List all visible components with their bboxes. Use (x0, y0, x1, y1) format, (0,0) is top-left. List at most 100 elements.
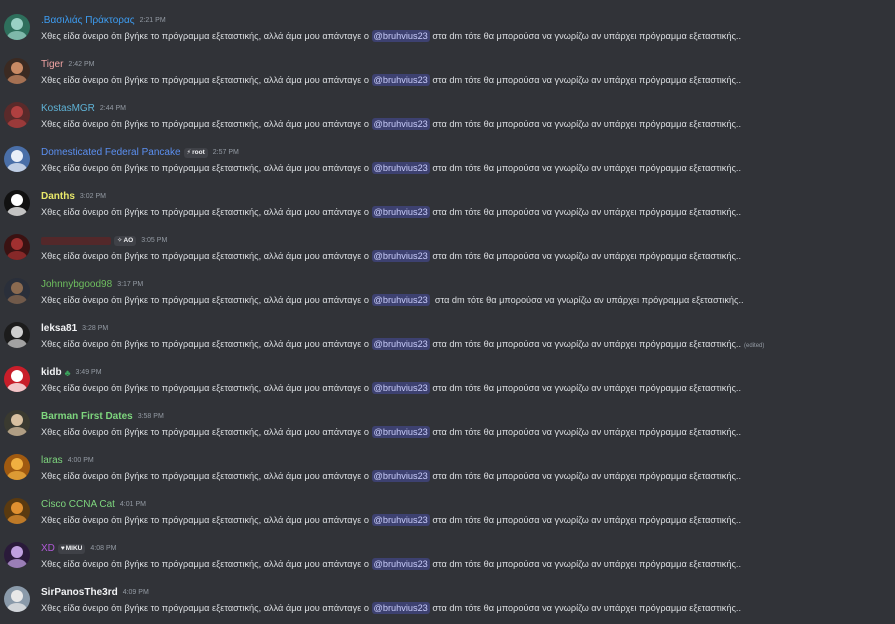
timestamp[interactable]: 4:09 PM (123, 586, 149, 600)
avatar[interactable] (4, 498, 30, 524)
user-mention[interactable]: @bruhvius23 (371, 206, 430, 218)
avatar[interactable] (4, 542, 30, 568)
username[interactable]: kidb (41, 366, 62, 380)
message-row[interactable]: Danths 3:02 PM Χθες είδα όνειρο ότι βγήκε … (0, 190, 895, 234)
tag-icon: ⚡ (186, 149, 192, 156)
avatar[interactable] (4, 454, 30, 480)
message-row[interactable]: laras 4:00 PM Χθες είδα όνειρο ότι βγήκε τ… (0, 454, 895, 498)
message-text: Χθες είδα όνειρο ότι βγήκε το πρόγραμμα … (41, 207, 372, 217)
user-mention[interactable]: @bruhvius23 (371, 74, 430, 86)
tag-icon: ✧ (117, 237, 123, 244)
message-row[interactable]: leksa81 3:28 PM Χθες είδα όνειρο ότι βγήκε… (0, 322, 895, 366)
anime-avatar-icon (4, 542, 30, 568)
message-row[interactable]: ✧ AO 3:05 PM Χθες είδα όνειρο ότι βγήκε το … (0, 234, 895, 278)
avatar[interactable] (4, 190, 30, 216)
username[interactable]: Barman First Dates (41, 410, 133, 424)
timestamp[interactable]: 4:01 PM (120, 498, 146, 512)
message-text: στα dm τότε θα μπορούσα να γνωρίζω αν υπ… (429, 251, 742, 261)
message-text: Χθες είδα όνειρο ότι βγήκε το πρόγραμμα … (41, 31, 372, 41)
message-row[interactable]: .Βασιλιάς Πράκτορας 2:21 PM Χθες είδα όνει… (0, 14, 895, 58)
avatar[interactable] (4, 322, 30, 348)
user-mention[interactable]: @bruhvius23 (371, 30, 430, 42)
user-mention[interactable]: @bruhvius23 (371, 294, 430, 306)
timestamp[interactable]: 2:44 PM (100, 102, 126, 116)
timestamp[interactable]: 2:21 PM (140, 14, 166, 28)
avatar[interactable] (4, 58, 30, 84)
username[interactable]: Johnnybgood98 (41, 278, 112, 292)
user-mention[interactable]: @bruhvius23 (371, 426, 430, 438)
message-text: στα dm τότε θα μπορούσα να γνωρίζω αν υπ… (429, 339, 742, 349)
username[interactable]: leksa81 (41, 322, 77, 336)
timestamp[interactable]: 3:17 PM (117, 278, 143, 292)
user-mention[interactable]: @bruhvius23 (371, 118, 430, 130)
user-mention[interactable]: @bruhvius23 (371, 470, 430, 482)
username[interactable]: Cisco CCNA Cat (41, 498, 115, 512)
avatar[interactable] (4, 278, 30, 304)
user-mention[interactable]: @bruhvius23 (371, 382, 430, 394)
message-content: Χθες είδα όνειρο ότι βγήκε το πρόγραμμα … (41, 293, 744, 307)
avatar[interactable] (4, 366, 30, 392)
user-mention[interactable]: @bruhvius23 (371, 250, 430, 262)
user-mention[interactable]: @bruhvius23 (371, 338, 430, 350)
message-content: Χθες είδα όνειρο ότι βγήκε το πρόγραμμα … (41, 513, 741, 527)
message-text: στα dm τότε θα μπορούσα να γνωρίζω αν υπ… (429, 383, 742, 393)
server-tag[interactable]: ♥ MIKU (57, 544, 86, 554)
server-tag[interactable]: ⚡ root (183, 148, 208, 158)
message-text: στα dm τότε θα μπορούσα να γνωρίζω αν υπ… (429, 119, 742, 129)
username[interactable]: XD (41, 542, 55, 556)
username[interactable]: Tiger (41, 58, 63, 72)
message-content: Χθες είδα όνειρο ότι βγήκε το πρόγραμμα … (41, 469, 741, 483)
user-mention[interactable]: @bruhvius23 (371, 558, 430, 570)
avatar[interactable] (4, 14, 30, 40)
message-row[interactable]: Barman First Dates 3:58 PM Χθες είδα όνειρ… (0, 410, 895, 454)
timestamp[interactable]: 3:28 PM (82, 322, 108, 336)
username[interactable]: Danths (41, 190, 75, 204)
character-avatar-icon (4, 322, 30, 348)
avatar[interactable] (4, 234, 30, 260)
message-text: στα dm τότε θα μπορούσα να γνωρίζω αν υπ… (429, 75, 742, 85)
username[interactable] (41, 237, 111, 245)
user-mention[interactable]: @bruhvius23 (371, 514, 430, 526)
username[interactable]: laras (41, 454, 63, 468)
message-row[interactable]: Johnnybgood98 3:17 PM Χθες είδα όνειρο ότι… (0, 278, 895, 322)
message-text: στα dm τότε θα μπορούσα να γνωρίζω αν υπ… (429, 471, 742, 481)
avatar[interactable] (4, 102, 30, 128)
message-header: Johnnybgood98 3:17 PM (41, 278, 143, 292)
character-avatar-icon (4, 102, 30, 128)
message-row[interactable]: XD ♥ MIKU 4:08 PM Χθες είδα όνειρο ότι βγήκε… (0, 542, 895, 586)
message-row[interactable]: Cisco CCNA Cat 4:01 PM Χθες είδα όνειρο ότ… (0, 498, 895, 542)
timestamp[interactable]: 3:49 PM (75, 366, 101, 380)
message-row[interactable]: Tiger 2:42 PM Χθες είδα όνειρο ότι βγήκε τ… (0, 58, 895, 102)
message-row[interactable]: Domesticated Federal Pancake ⚡ root 2:57 PM… (0, 146, 895, 190)
username[interactable]: .Βασιλιάς Πράκτορας (41, 14, 135, 28)
username[interactable]: SirPanosThe3rd (41, 586, 118, 600)
timestamp[interactable]: 3:02 PM (80, 190, 106, 204)
person-avatar-icon (4, 278, 30, 304)
message-text: στα dm τότε θα μπορούσα να γνωρίζω αν υπ… (429, 163, 742, 173)
timestamp[interactable]: 2:57 PM (213, 146, 239, 160)
message-row[interactable]: SirPanosThe3rd 4:09 PM Χθες είδα όνειρο ότ… (0, 586, 895, 624)
timestamp[interactable]: 3:05 PM (141, 234, 167, 248)
timestamp[interactable]: 2:42 PM (68, 58, 94, 72)
avatar[interactable] (4, 146, 30, 172)
message-row[interactable]: KostasMGR 2:44 PM Χθες είδα όνειρο ότι βγή… (0, 102, 895, 146)
message-header: Tiger 2:42 PM (41, 58, 95, 72)
avatar[interactable] (4, 410, 30, 436)
message-text: στα dm τότε θα μπορούσα να γνωρίζω αν υπ… (429, 559, 742, 569)
message-content: Χθες είδα όνειρο ότι βγήκε το πρόγραμμα … (41, 249, 741, 263)
username[interactable]: KostasMGR (41, 102, 95, 116)
timestamp[interactable]: 3:58 PM (138, 410, 164, 424)
person-avatar-icon (4, 410, 30, 436)
timestamp[interactable]: 4:00 PM (68, 454, 94, 468)
username[interactable]: Domesticated Federal Pancake (41, 146, 181, 160)
user-mention[interactable]: @bruhvius23 (371, 162, 430, 174)
person-avatar-icon (4, 58, 30, 84)
message-row[interactable]: kidb ♣ 3:49 PM Χθες είδα όνειρο ότι βγήκε τ… (0, 366, 895, 410)
timestamp[interactable]: 4:08 PM (90, 542, 116, 556)
server-tag[interactable]: ✧ AO (114, 236, 137, 246)
tag-icon: ♥ (60, 545, 65, 552)
user-mention[interactable]: @bruhvius23 (371, 602, 430, 614)
message-content: Χθες είδα όνειρο ότι βγήκε το πρόγραμμα … (41, 337, 764, 353)
message-text: στα dm τότε θα μπορούσα να γνωρίζω αν υπ… (429, 515, 742, 525)
avatar[interactable] (4, 586, 30, 612)
